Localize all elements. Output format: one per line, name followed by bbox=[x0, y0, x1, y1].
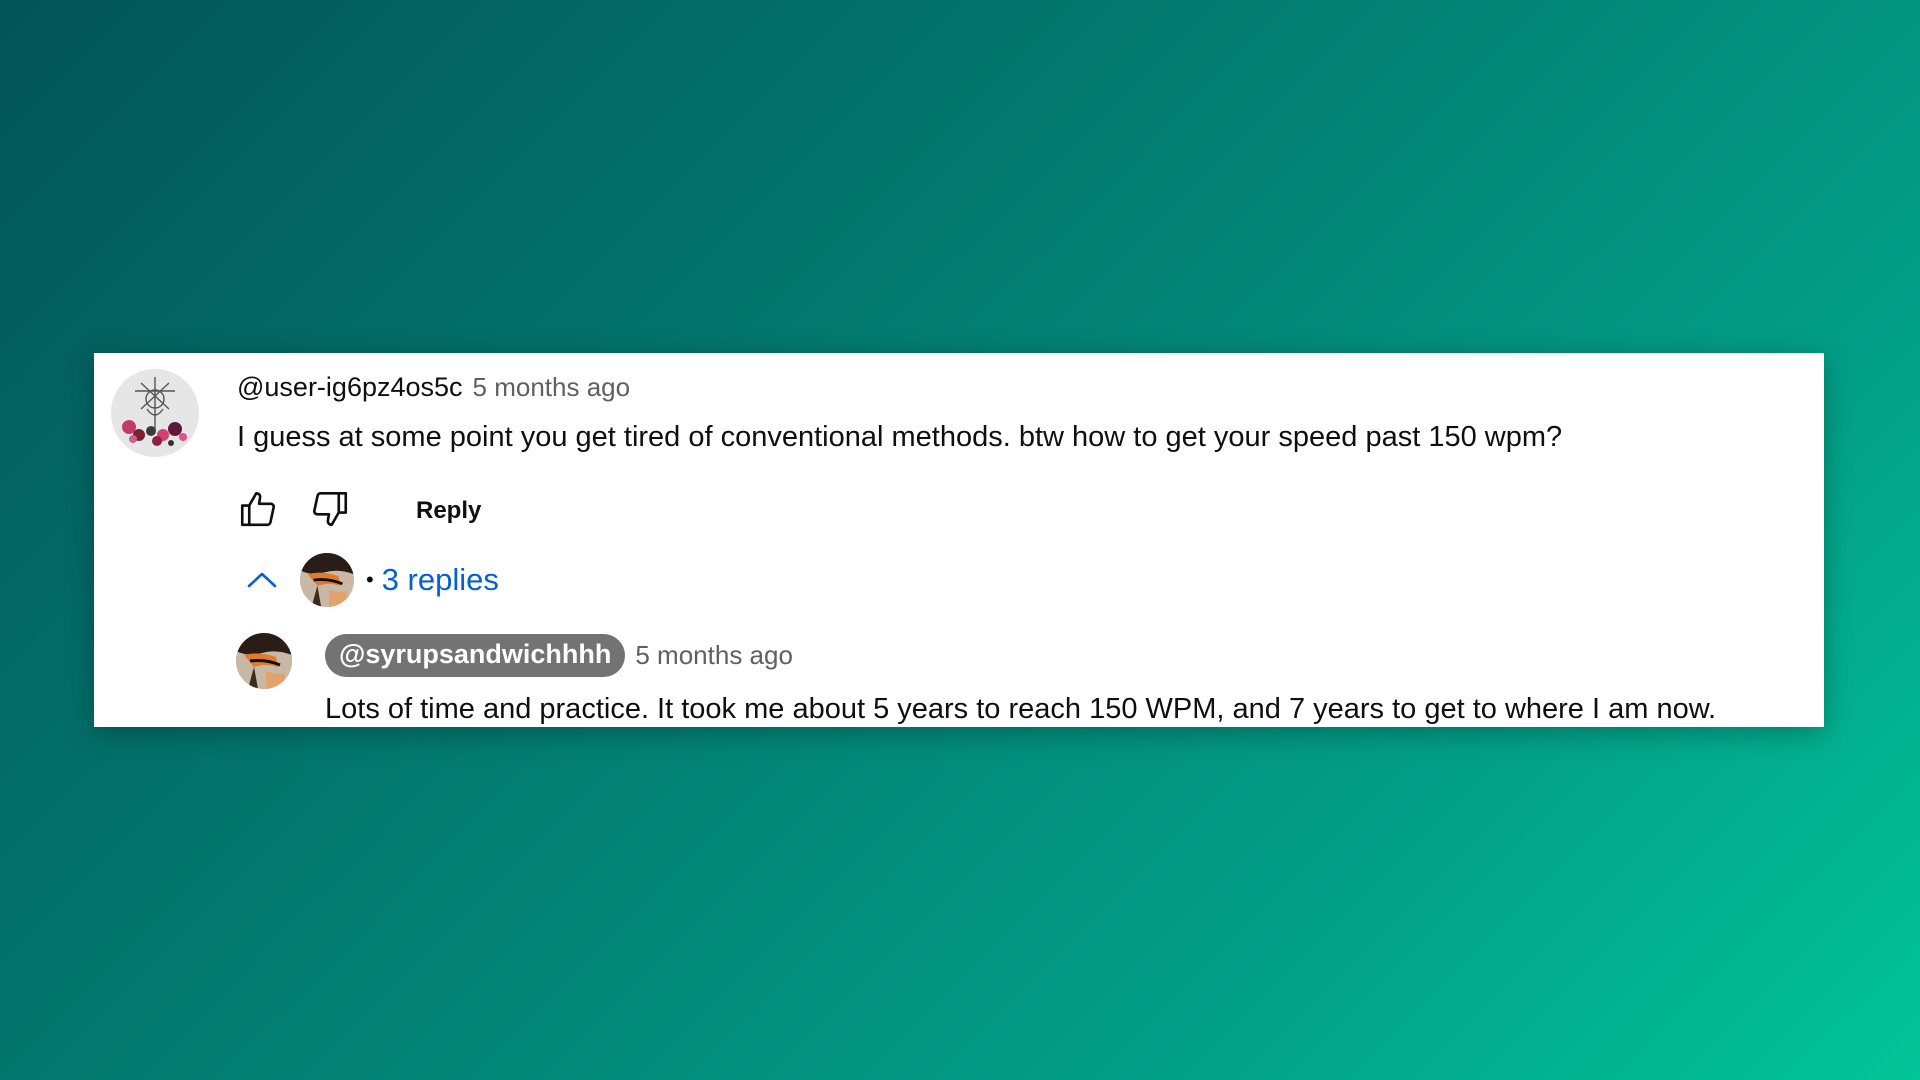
reply-author-chip[interactable]: @syrupsandwichhhh bbox=[325, 634, 626, 677]
reply-text: Lots of time and practice. It took me ab… bbox=[325, 693, 1717, 725]
comment-actions: Reply bbox=[232, 485, 493, 537]
replier-avatar bbox=[300, 553, 354, 607]
commenter-avatar[interactable] bbox=[111, 369, 199, 457]
separator-dot: • bbox=[366, 567, 374, 592]
reply-timestamp[interactable]: 5 months ago bbox=[635, 640, 793, 671]
replies-toggle[interactable]: • 3 replies bbox=[244, 553, 499, 607]
chevron-up-icon bbox=[244, 562, 280, 598]
comment-text: I guess at some point you get tired of c… bbox=[237, 421, 1563, 453]
comment-timestamp[interactable]: 5 months ago bbox=[473, 372, 631, 403]
reply-button[interactable]: Reply bbox=[404, 489, 493, 533]
dislike-button[interactable] bbox=[304, 485, 356, 537]
reply-author-avatar[interactable] bbox=[236, 633, 292, 689]
comment-header: @user-ig6pz4os5c 5 months ago bbox=[237, 372, 630, 403]
comment-author[interactable]: @user-ig6pz4os5c bbox=[237, 372, 463, 403]
reply-header: @syrupsandwichhhh 5 months ago bbox=[325, 634, 793, 677]
replies-count-label[interactable]: 3 replies bbox=[382, 562, 499, 598]
thumbs-up-icon bbox=[237, 488, 279, 535]
thumbs-down-icon bbox=[309, 488, 351, 535]
like-button[interactable] bbox=[232, 485, 284, 537]
comment-card: @user-ig6pz4os5c 5 months ago I guess at… bbox=[94, 353, 1824, 727]
